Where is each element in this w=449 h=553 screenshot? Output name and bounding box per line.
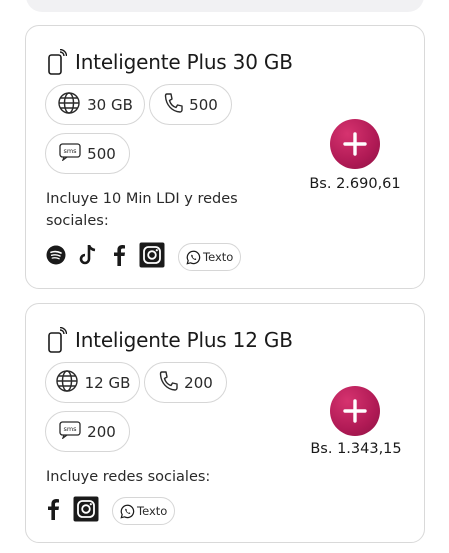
spotify-icon [46, 245, 66, 269]
social-apps-row: Texto [46, 242, 254, 272]
minutes-chip: 200 [144, 362, 227, 403]
texto-label: Texto [137, 504, 168, 518]
facebook-icon [46, 498, 60, 524]
add-plan-button[interactable] [330, 386, 380, 436]
whatsapp-icon [120, 504, 135, 519]
instagram-icon [139, 242, 165, 272]
sms-icon: sms [59, 420, 81, 443]
plan-card[interactable]: Inteligente Plus 30 GB 30 GB 500 sms 500… [25, 25, 425, 289]
whatsapp-texto-badge: Texto [112, 497, 176, 525]
sms-icon: sms [59, 142, 81, 165]
sms-amount: 200 [87, 422, 116, 441]
data-chip: 12 GB [45, 362, 140, 403]
sms-amount: 500 [87, 144, 116, 163]
social-apps-row: Texto [46, 496, 188, 526]
plus-icon [343, 132, 367, 156]
minutes-amount: 200 [184, 373, 213, 392]
data-amount: 30 GB [87, 95, 133, 114]
includes-text: Incluye 10 Min LDI y redes sociales: [46, 191, 238, 229]
phone-signal-icon [47, 326, 68, 353]
data-amount: 12 GB [84, 373, 131, 392]
plan-title-row: Inteligente Plus 30 GB [47, 48, 293, 75]
instagram-icon [73, 496, 99, 526]
phone-call-icon [163, 92, 183, 118]
plan-price: Bs. 2.690,61 [309, 176, 401, 192]
texto-label: Texto [203, 250, 234, 264]
plus-icon [343, 399, 367, 423]
sms-chip: sms 200 [45, 411, 130, 452]
data-chip: 30 GB [45, 84, 145, 125]
globe-icon [57, 91, 81, 119]
minutes-chip: 500 [149, 84, 232, 125]
globe-icon [55, 369, 79, 397]
whatsapp-icon [186, 250, 201, 265]
minutes-amount: 500 [189, 95, 218, 114]
plan-title-row: Inteligente Plus 12 GB [47, 326, 293, 353]
includes-text: Incluye redes sociales: [46, 469, 211, 485]
facebook-icon [112, 244, 126, 270]
whatsapp-texto-badge: Texto [178, 243, 242, 271]
svg-text:sms: sms [64, 425, 78, 433]
add-plan-button[interactable] [330, 119, 380, 169]
phone-call-icon [158, 370, 178, 396]
previous-card-edge [26, 0, 424, 12]
sms-chip: sms 500 [45, 133, 130, 174]
tiktok-icon [79, 244, 99, 270]
svg-text:sms: sms [64, 147, 78, 155]
phone-signal-icon [47, 48, 68, 75]
plan-card[interactable]: Inteligente Plus 12 GB 12 GB 200 sms 200… [25, 303, 425, 543]
plan-title: Inteligente Plus 30 GB [75, 50, 293, 74]
plan-title: Inteligente Plus 12 GB [75, 328, 293, 352]
plan-price: Bs. 1.343,15 [310, 441, 402, 457]
